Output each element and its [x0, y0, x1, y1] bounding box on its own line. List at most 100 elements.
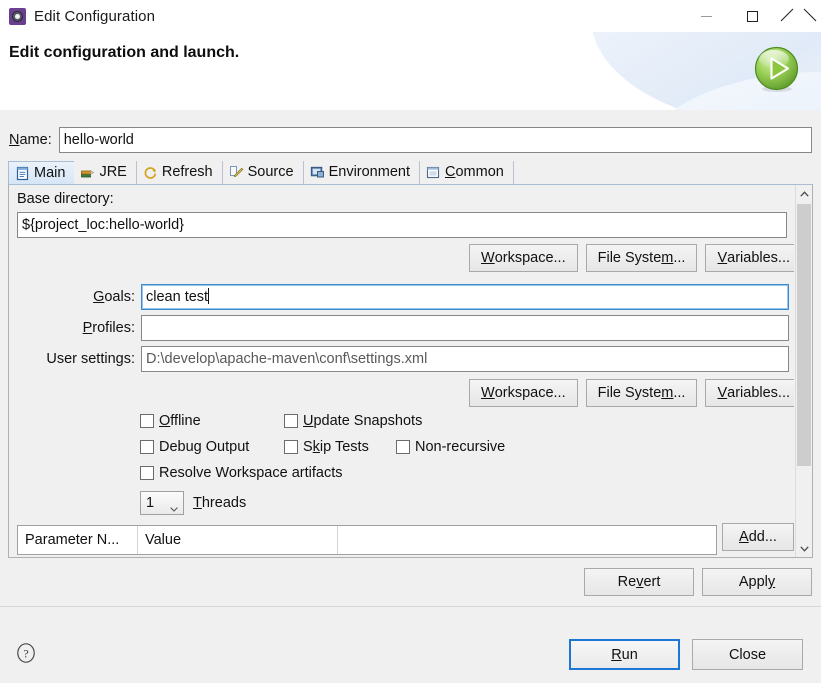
tab-common-mnemonic: C — [444, 164, 456, 181]
refresh-icon — [143, 165, 158, 180]
gear-icon — [9, 7, 26, 25]
revert-mnemonic: v — [636, 574, 644, 590]
minimize-button[interactable] — [683, 0, 729, 32]
profiles-input[interactable] — [141, 315, 789, 341]
goals-input[interactable]: clean test — [141, 284, 789, 310]
settings-file-system-button[interactable]: File Syste m... — [585, 379, 698, 407]
tab-refresh-label: Refresh — [161, 164, 213, 181]
threads-label-rest: hreads — [201, 495, 247, 511]
apply-button[interactable]: Appl y — [702, 568, 812, 596]
config-action-buttons: Re v ert Appl y — [584, 568, 812, 596]
environment-icon — [310, 165, 325, 180]
tab-source[interactable]: Source — [222, 161, 304, 184]
tab-strip: Main JRE Refresh Source Environment Comm… — [8, 161, 514, 184]
checkbox-skip-tests-box — [284, 440, 298, 454]
column-header-value[interactable]: Value — [138, 526, 338, 554]
apply-mnemonic: y — [767, 574, 776, 590]
user-settings-input[interactable]: D:\develop\apache-maven\conf\settings.xm… — [141, 346, 789, 372]
threads-label: Threads — [193, 495, 246, 511]
tab-main[interactable]: Main — [8, 161, 75, 184]
user-settings-buttons: Workspace... File Syste m... Variables... — [469, 379, 794, 407]
checkbox-offline-mnemonic: O — [159, 413, 171, 429]
base-directory-label: Base directory: — [17, 191, 114, 207]
goals-input-value: clean test — [146, 289, 209, 305]
revert-pre: Re — [617, 574, 637, 590]
checkbox-skip-tests-rest: ip Tests — [319, 439, 369, 455]
threads-row: 1 Threads — [140, 491, 246, 515]
checkbox-skip-tests[interactable]: Skip Tests — [284, 439, 369, 455]
checkbox-update-snapshots-box — [284, 414, 298, 428]
threads-dropdown-value: 1 — [146, 495, 155, 511]
minimize-icon — [700, 15, 712, 17]
scrollbar-thumb[interactable] — [797, 204, 811, 466]
tab-environment[interactable]: Environment — [303, 161, 420, 184]
threads-dropdown[interactable]: 1 — [140, 491, 184, 515]
scroll-down-button[interactable] — [796, 540, 812, 557]
threads-label-mnemonic: T — [193, 495, 202, 511]
checkbox-debug-output-box — [140, 440, 154, 454]
run-launch-icon — [753, 46, 800, 93]
settings-workspace-button[interactable]: Workspace... — [469, 379, 578, 407]
parameters-table[interactable]: Parameter N... Value — [17, 525, 717, 555]
settings-variables-button[interactable]: Variables... — [705, 379, 794, 407]
checkbox-non-recursive-box — [396, 440, 410, 454]
profiles-label-mnemonic: P — [82, 320, 93, 336]
name-label-mnemonic: N — [9, 132, 20, 148]
add-parameter-button[interactable]: Add... — [722, 523, 794, 551]
base-workspace-button[interactable]: Workspace... — [469, 244, 578, 272]
base-file-system-button[interactable]: File Syste m... — [585, 244, 698, 272]
column-header-blank[interactable] — [338, 526, 716, 554]
checkbox-update-snapshots-label: Update Snapshots — [303, 413, 422, 429]
base-directory-input[interactable]: ${project_loc:hello-world} — [17, 212, 787, 238]
checkbox-update-snapshots[interactable]: Update Snapshots — [284, 413, 422, 429]
revert-button[interactable]: Re v ert — [584, 568, 694, 596]
maximize-button[interactable] — [729, 0, 775, 32]
scroll-up-button[interactable] — [796, 185, 812, 202]
checkbox-offline[interactable]: Offline — [140, 413, 201, 429]
window-title: Edit Configuration — [34, 7, 156, 25]
main-tab-panel: Base directory: ${project_loc:hello-worl… — [8, 184, 813, 558]
base-file-system-mnemonic: m — [661, 250, 674, 266]
close-button[interactable] — [775, 0, 821, 32]
jre-books-icon — [80, 165, 95, 180]
checkbox-non-recursive-label: Non-recursive — [415, 439, 506, 455]
tab-jre[interactable]: JRE — [74, 161, 137, 184]
tab-main-label: Main — [34, 164, 66, 181]
help-question-icon[interactable]: ? — [15, 642, 37, 664]
tab-folder: Main JRE Refresh Source Environment Comm… — [8, 161, 813, 184]
goals-label-rest: oals: — [104, 289, 135, 305]
checkbox-resolve-workspace-artifacts[interactable]: Resolve Workspace artifacts — [140, 465, 342, 481]
run-button[interactable]: Run — [569, 639, 680, 670]
checkbox-offline-rest: ffline — [170, 413, 201, 429]
document-icon — [15, 166, 30, 181]
checkbox-skip-tests-pre: S — [303, 439, 313, 455]
name-input[interactable]: hello-world — [58, 127, 812, 153]
settings-variables-mnemonic: V — [717, 385, 728, 401]
column-header-parameter-name[interactable]: Parameter N... — [18, 526, 138, 554]
checkbox-resolve-workspace-artifacts-box — [140, 466, 154, 480]
tab-common[interactable]: Common — [419, 161, 514, 184]
name-row: Name: hello-world — [9, 127, 812, 153]
checkbox-non-recursive[interactable]: Non-recursive — [396, 439, 505, 455]
revert-post: ert — [643, 574, 661, 590]
dialog-banner: Edit configuration and launch. — [0, 32, 821, 110]
close-icon — [792, 10, 805, 23]
tab-refresh[interactable]: Refresh — [136, 161, 223, 184]
checkbox-skip-tests-mnemonic: k — [312, 439, 320, 455]
window-controls — [683, 0, 821, 32]
base-variables-mnemonic: V — [717, 250, 728, 266]
checkbox-debug-output-rest: Output — [201, 439, 250, 455]
apply-pre: Appl — [738, 574, 768, 590]
tab-jre-label: JRE — [99, 164, 127, 181]
maximize-icon — [746, 10, 758, 22]
name-label-rest: ame: — [19, 132, 52, 148]
checkbox-debug-output[interactable]: Debug Output — [140, 439, 249, 455]
text-caret — [208, 288, 210, 304]
base-workspace-mnemonic: W — [481, 250, 495, 266]
vertical-scrollbar[interactable] — [795, 185, 812, 557]
close-dialog-button[interactable]: Close — [692, 639, 803, 670]
base-variables-button[interactable]: Variables... — [705, 244, 794, 272]
user-settings-row: User settings: D:\develop\apache-maven\c… — [17, 346, 789, 372]
tab-common-label: Common — [444, 164, 504, 181]
checkbox-update-snapshots-mnemonic: U — [303, 413, 314, 429]
